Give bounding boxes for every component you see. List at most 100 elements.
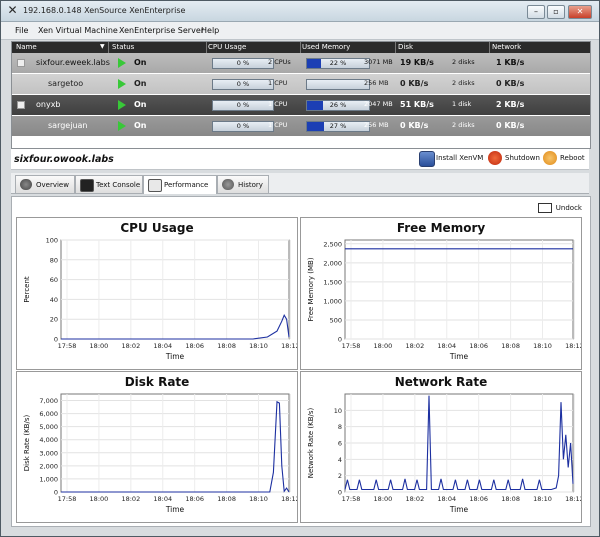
running-icon <box>118 121 126 131</box>
col-disk[interactable]: Disk <box>398 43 413 51</box>
history-icon <box>222 179 234 190</box>
col-name[interactable]: Name <box>16 43 37 51</box>
x-tick-label: 17:58 <box>342 342 361 350</box>
x-tick-label: 17:58 <box>342 495 361 503</box>
console-icon <box>80 179 94 192</box>
col-status[interactable]: Status <box>112 43 134 51</box>
disk-count: 2 disks <box>452 58 475 66</box>
cpu-usage-bar: 0 % <box>212 121 274 132</box>
x-tick-label: 18:04 <box>153 342 172 350</box>
mem-pct: 27 % <box>329 122 347 130</box>
install-xenvm-button[interactable]: Install XenVM <box>436 154 483 162</box>
tab-label: Performance <box>164 181 209 189</box>
chart-svg: 7,0006,0005,0004,0003,0002,0001,000017:5… <box>23 393 297 514</box>
row-status: On <box>134 79 147 88</box>
x-tick-label: 18:00 <box>374 495 393 503</box>
col-cpu-usage[interactable]: CPU Usage <box>208 43 246 51</box>
tab-history[interactable]: History <box>217 175 269 193</box>
y-tick-label: 4 <box>338 456 342 464</box>
minimize-button[interactable]: – <box>527 5 545 19</box>
row-status: On <box>134 100 147 109</box>
x-tick-label: 18:10 <box>533 495 552 503</box>
x-tick-label: 18:12 <box>281 342 297 350</box>
table-row[interactable]: sixfour.eweek.labs On 0 % 2 CPUs 22 % 30… <box>12 53 590 73</box>
row-name: onyxb <box>36 100 61 109</box>
cpu-count: 1 CPU <box>268 79 288 87</box>
y-tick-label: 1,000 <box>323 297 342 305</box>
maximize-button[interactable]: ▫ <box>547 5 565 19</box>
undock-label: Undock <box>555 204 582 212</box>
expand-toggle[interactable] <box>17 59 25 67</box>
x-axis-label: Time <box>165 352 185 361</box>
expand-toggle[interactable] <box>17 101 25 109</box>
network-rate: 1 KB/s <box>496 58 525 67</box>
y-tick-label: 40 <box>50 296 58 304</box>
menu-xen-virtual-machine[interactable]: Xen Virtual Machine <box>38 26 118 35</box>
x-tick-label: 18:10 <box>249 495 268 503</box>
cpu-count: 1 CPU <box>268 121 288 129</box>
x-tick-label: 18:04 <box>437 495 456 503</box>
sort-chevron-down-icon[interactable]: ▼ <box>100 43 105 50</box>
x-tick-label: 18:04 <box>153 495 172 503</box>
x-tick-label: 18:06 <box>185 342 204 350</box>
grid-header: Name ▼ Status CPU Usage Used Memory Disk… <box>12 42 590 53</box>
menu-xenenterprise-server[interactable]: XenEnterprise Server <box>119 26 204 35</box>
mem-total: 256 MB <box>364 121 389 129</box>
x-tick-label: 18:10 <box>533 342 552 350</box>
close-button[interactable]: ✕ <box>568 5 592 19</box>
row-status: On <box>134 58 147 67</box>
x-tick-label: 18:12 <box>565 342 581 350</box>
reboot-button[interactable]: Reboot <box>560 154 585 162</box>
menu-help[interactable]: Help <box>201 26 219 35</box>
mem-total: 3071 MB <box>364 58 393 66</box>
undock-button[interactable]: Undock <box>537 203 582 213</box>
network-rate: 2 KB/s <box>496 100 525 109</box>
x-tick-label: 18:00 <box>374 342 393 350</box>
plot-area <box>60 239 290 340</box>
mem-total: 2047 MB <box>364 100 393 108</box>
tab-performance[interactable]: Performance <box>143 175 217 194</box>
x-tick-label: 18:00 <box>90 495 109 503</box>
y-tick-label: 8 <box>338 423 342 431</box>
reboot-icon[interactable] <box>543 151 557 165</box>
shutdown-button[interactable]: Shutdown <box>505 154 540 162</box>
chart-svg: 10080604020017:58 18:00 18:02 18:04 18:06 18:… <box>23 237 297 362</box>
row-status: On <box>134 121 147 130</box>
col-network[interactable]: Network <box>492 43 521 51</box>
chart-svg: 2,5002,0001,5001,000500017:58 18:00 18:02 1… <box>307 239 581 361</box>
shutdown-icon[interactable] <box>488 151 502 165</box>
cpu-pct: 0 % <box>236 80 250 88</box>
chart-free-memory: Free Memory 2,500 2,000 1,500 1,000 500 0 17:58… <box>300 217 582 370</box>
tab-label: Text Console <box>96 181 141 189</box>
plot-area <box>60 393 290 493</box>
x-tick-label: 17:58 <box>58 495 77 503</box>
title-bar: ✕ 192.168.0.148 XenSource XenEnterprise … <box>1 1 599 22</box>
menu-bar: File Xen Virtual Machine XenEnterprise S… <box>1 22 599 40</box>
table-row[interactable]: sargejuan On 0 % 1 CPU 27 % 256 MB 0 KB/… <box>12 116 590 136</box>
y-tick-label: 100 <box>46 237 58 245</box>
mem-total: 256 MB <box>364 79 389 87</box>
install-xenvm-icon[interactable] <box>419 151 435 167</box>
network-rate: 0 KB/s <box>496 121 525 130</box>
col-used-memory[interactable]: Used Memory <box>302 43 350 51</box>
y-tick-label: 20 <box>50 316 58 324</box>
disk-count: 2 disks <box>452 79 475 87</box>
cpu-usage-bar: 0 % <box>212 100 274 111</box>
x-tick-label: 18:08 <box>217 342 236 350</box>
tab-overview[interactable]: Overview <box>15 175 75 193</box>
table-row[interactable]: onyxb On 0 % 1 CPU 26 % 2047 MB 51 KB/s … <box>12 95 590 115</box>
tab-text-console[interactable]: Text Console <box>75 175 143 193</box>
y-tick-label: 2,500 <box>323 240 342 248</box>
mem-pct: 26 % <box>329 101 347 109</box>
performance-panel: Undock CPU Usage 100 80 60 40 20 0 17:58 18:00 18… <box>11 196 591 527</box>
running-icon <box>118 79 126 89</box>
menu-file[interactable]: File <box>15 26 28 35</box>
memory-usage-bar: 22 % <box>306 58 370 69</box>
table-row[interactable]: sargetoo On 0 % 1 CPU 256 MB 0 KB/s 2 di… <box>12 74 590 94</box>
y-tick-label: 1,000 <box>39 475 58 483</box>
y-tick-label: 2,000 <box>323 259 342 267</box>
network-rate: 0 KB/s <box>496 79 525 88</box>
x-tick-label: 18:02 <box>121 495 140 503</box>
disk-rate: 19 KB/s <box>400 58 434 67</box>
y-axis-label: Percent <box>23 276 31 303</box>
